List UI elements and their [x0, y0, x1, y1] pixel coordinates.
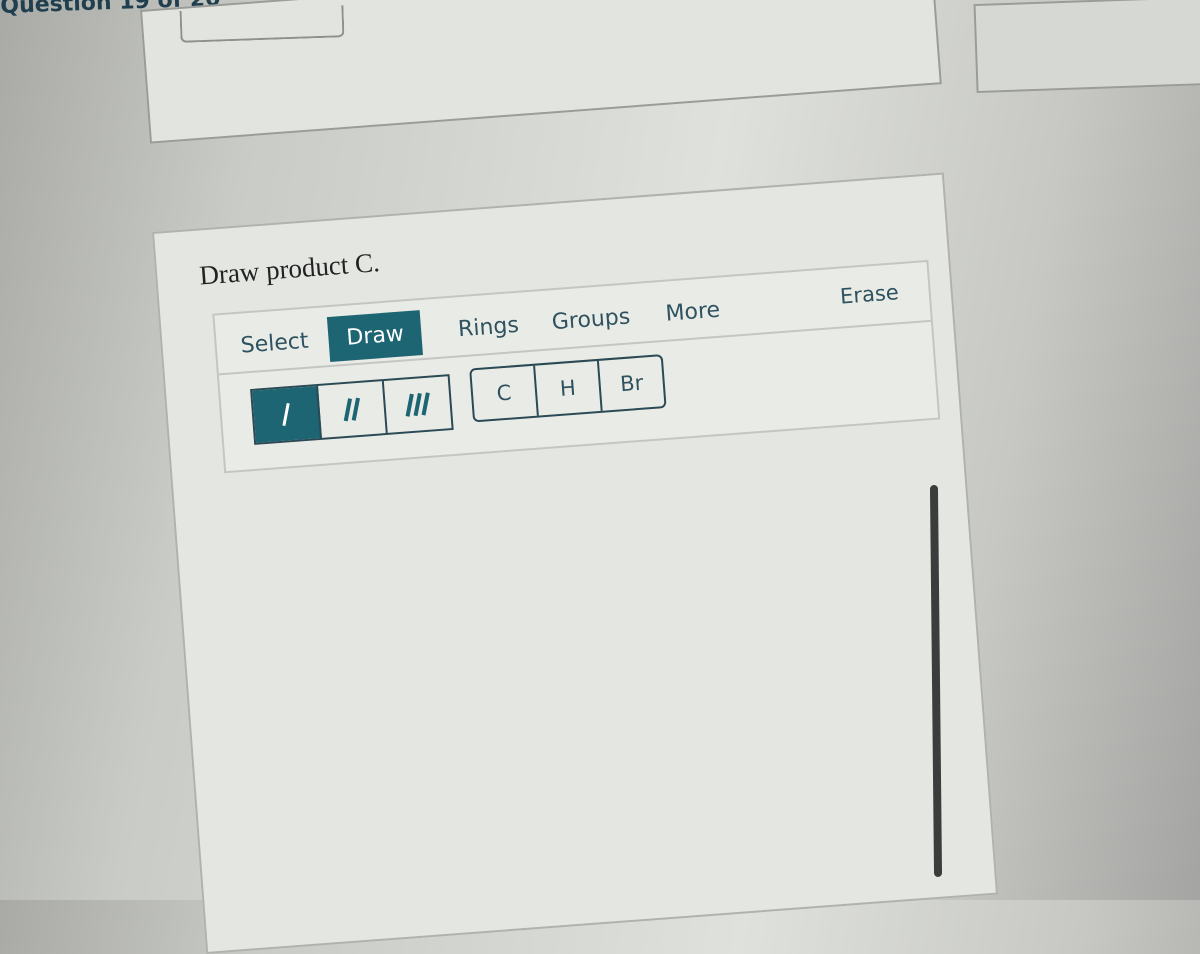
erase-button[interactable]: Erase — [839, 280, 899, 308]
triple-bond-button[interactable] — [384, 376, 452, 433]
tab-rings[interactable]: Rings — [439, 301, 539, 353]
tab-draw[interactable]: Draw — [326, 310, 424, 363]
question-prompt: Draw product C. — [198, 247, 381, 291]
atom-c-button[interactable]: C — [471, 365, 539, 421]
atom-br-button[interactable]: Br — [599, 356, 665, 411]
side-panel — [973, 0, 1200, 94]
answer-tab-bracket — [179, 5, 345, 43]
tab-select[interactable]: Select — [221, 317, 328, 370]
single-bond-icon — [282, 402, 290, 426]
double-bond-button[interactable] — [318, 381, 388, 438]
tab-more[interactable]: More — [646, 286, 740, 338]
drawing-panel: Draw product C. Select Draw Rings Groups… — [152, 172, 999, 954]
tab-groups[interactable]: Groups — [532, 293, 650, 346]
single-bond-button[interactable] — [252, 385, 322, 443]
atom-h-button[interactable]: H — [535, 360, 603, 416]
double-bond-icon — [343, 397, 360, 422]
drawing-canvas[interactable] — [225, 426, 971, 938]
atom-selector: C H Br — [469, 354, 667, 423]
triple-bond-icon — [405, 392, 430, 417]
bond-selector — [250, 374, 454, 445]
